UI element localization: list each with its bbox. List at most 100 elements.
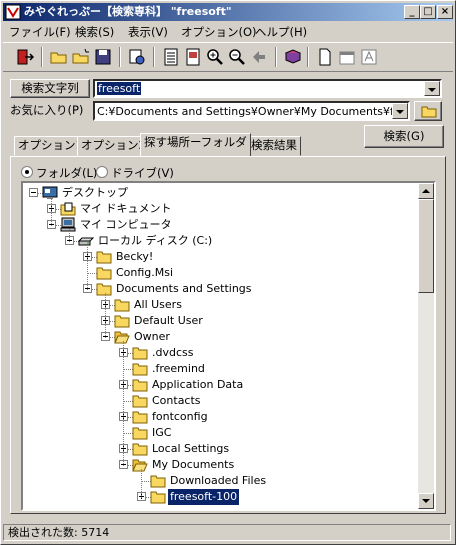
book-icon[interactable] xyxy=(283,47,303,67)
favorites-select[interactable]: C:¥Documents and Settings¥Owner¥My Docum… xyxy=(93,101,410,121)
maximize-button[interactable]: □ xyxy=(420,5,436,19)
tree-node-label: .freemind xyxy=(152,362,205,375)
tree-node[interactable]: IGC xyxy=(23,425,418,441)
save-icon[interactable] xyxy=(93,47,113,67)
computer-icon xyxy=(60,217,76,233)
tab-search-location-folder[interactable]: 探す場所ーフォルダ xyxy=(140,133,251,156)
search-dropdown-button[interactable] xyxy=(424,81,440,96)
tree-scrollbar[interactable] xyxy=(418,183,434,509)
tree-node-label: Default User xyxy=(134,314,203,327)
open-folder-icon xyxy=(132,457,148,473)
radio-indicator xyxy=(96,166,108,178)
toolbar-separator xyxy=(119,47,121,67)
tree-node-label: Config.Msi xyxy=(116,266,174,279)
scroll-thumb[interactable] xyxy=(418,199,434,293)
tree-node[interactable]: ローカル ディスク (C:) xyxy=(23,233,418,249)
tree-node-label: デスクトップ xyxy=(62,186,128,199)
tree-node[interactable]: マイ コンピュータ xyxy=(23,217,418,233)
tree-node-label: IGC xyxy=(152,426,172,439)
tree-node[interactable]: Local Settings xyxy=(23,441,418,457)
folder-icon xyxy=(96,281,112,297)
new-folder-icon[interactable] xyxy=(71,47,91,67)
tree-node-label: My Documents xyxy=(152,458,235,471)
main-window: みやぐれっぷー【検索専科】 "freesoft" _ □ × ファイル(F) 検… xyxy=(0,0,456,545)
tree-node[interactable]: freesoft-100 xyxy=(23,488,418,506)
folder-icon xyxy=(421,106,437,118)
new-file-icon[interactable] xyxy=(315,47,335,67)
radio-drive[interactable]: ドライブ(V) xyxy=(96,165,174,181)
folder-icon xyxy=(150,473,166,489)
tree-node[interactable]: fontconfig xyxy=(23,409,418,425)
mydocs-icon xyxy=(60,201,76,217)
text-icon[interactable] xyxy=(359,47,379,67)
favorites-dropdown-button[interactable] xyxy=(392,103,408,119)
exit-icon[interactable] xyxy=(15,47,35,67)
scroll-up-button[interactable] xyxy=(418,183,434,199)
tree-node[interactable]: マイ ドキュメント xyxy=(23,201,418,217)
radio-folder[interactable]: フォルダ(L) xyxy=(21,165,97,181)
folder-icon xyxy=(96,249,112,265)
search-string-button[interactable]: 検索文字列 xyxy=(10,79,90,98)
toolbar-separator xyxy=(153,47,155,67)
tree-node[interactable]: Documents and Settings xyxy=(23,281,418,297)
tree-node[interactable]: .dvdcss xyxy=(23,345,418,361)
close-button[interactable]: × xyxy=(437,5,453,19)
folder-icon xyxy=(132,361,148,377)
tree-guide xyxy=(51,197,52,226)
tree-node-label: ローカル ディスク (C:) xyxy=(98,234,213,247)
tab-option2[interactable]: オプション2 xyxy=(77,136,150,156)
tree-guide xyxy=(105,293,106,338)
menu-options[interactable]: オプション(O) xyxy=(181,24,257,40)
browse-folder-button[interactable] xyxy=(414,101,442,121)
open-folder-icon[interactable] xyxy=(49,47,69,67)
tree-node[interactable]: デスクトップ xyxy=(23,185,418,201)
tree-node-label: fontconfig xyxy=(152,410,208,423)
menu-view[interactable]: 表示(V) xyxy=(128,24,168,40)
tab-option1[interactable]: オプション1 xyxy=(14,136,87,156)
radio-folder-label: フォルダ(L) xyxy=(36,166,98,180)
minimize-button[interactable]: _ xyxy=(404,5,420,19)
tree-node[interactable]: Contacts xyxy=(23,393,418,409)
folder-icon xyxy=(114,297,130,313)
tree-node[interactable]: Config.Msi xyxy=(23,265,418,281)
folder-icon xyxy=(96,265,112,281)
tree-node-label: マイ コンピュータ xyxy=(80,218,172,231)
tree-node[interactable]: Application Data xyxy=(23,377,418,393)
zoom-out-icon[interactable] xyxy=(227,47,247,67)
tree-node[interactable]: All Users xyxy=(23,297,418,313)
title-bar[interactable]: みやぐれっぷー【検索専科】 "freesoft" _ □ × xyxy=(3,3,453,21)
scroll-down-button[interactable] xyxy=(418,493,434,509)
desktop-icon xyxy=(42,185,58,201)
menu-bar: ファイル(F) 検索(S) 表示(V) オプション(O) ヘルプ(H) xyxy=(3,22,453,41)
tab-search-results[interactable]: 検索結果 xyxy=(247,136,301,156)
toolbar-separator xyxy=(41,47,43,67)
window-title: みやぐれっぷー【検索専科】 "freesoft" xyxy=(24,5,232,18)
tree-node[interactable]: My Documents xyxy=(23,457,418,473)
tree-node[interactable]: .freemind xyxy=(23,361,418,377)
back-arrow-icon[interactable] xyxy=(249,47,269,67)
tree-node[interactable]: Becky! xyxy=(23,249,418,265)
drive-icon xyxy=(77,233,95,249)
tree-node[interactable]: Owner xyxy=(23,329,418,345)
menu-file[interactable]: ファイル(F) xyxy=(9,24,71,40)
tree-node[interactable]: Default User xyxy=(23,313,418,329)
search-input[interactable]: freesoft xyxy=(93,79,442,98)
collapse-icon[interactable] xyxy=(29,188,38,197)
menu-help[interactable]: ヘルプ(H) xyxy=(255,24,307,40)
search-input-value: freesoft xyxy=(97,82,142,95)
window-icon[interactable] xyxy=(337,47,357,67)
toolbar-separator xyxy=(307,47,309,67)
search-button[interactable]: 検索(G) xyxy=(364,125,444,148)
properties-icon[interactable] xyxy=(127,47,147,67)
folder-tree[interactable]: デスクトップマイ ドキュメント マイ コンピュータローカル ディスク (C:) Be… xyxy=(21,181,436,511)
tree-node[interactable]: Downloaded Files xyxy=(23,473,418,489)
list-icon[interactable] xyxy=(161,47,181,67)
document-icon[interactable] xyxy=(183,47,203,67)
tree-node-label: freesoft-100 xyxy=(166,488,241,506)
tree-guide xyxy=(69,229,70,242)
tree-node-label: Downloaded Files xyxy=(170,474,267,487)
zoom-in-icon[interactable] xyxy=(205,47,225,67)
radio-indicator xyxy=(21,166,33,178)
menu-search[interactable]: 検索(S) xyxy=(75,24,114,40)
app-icon xyxy=(5,4,21,20)
